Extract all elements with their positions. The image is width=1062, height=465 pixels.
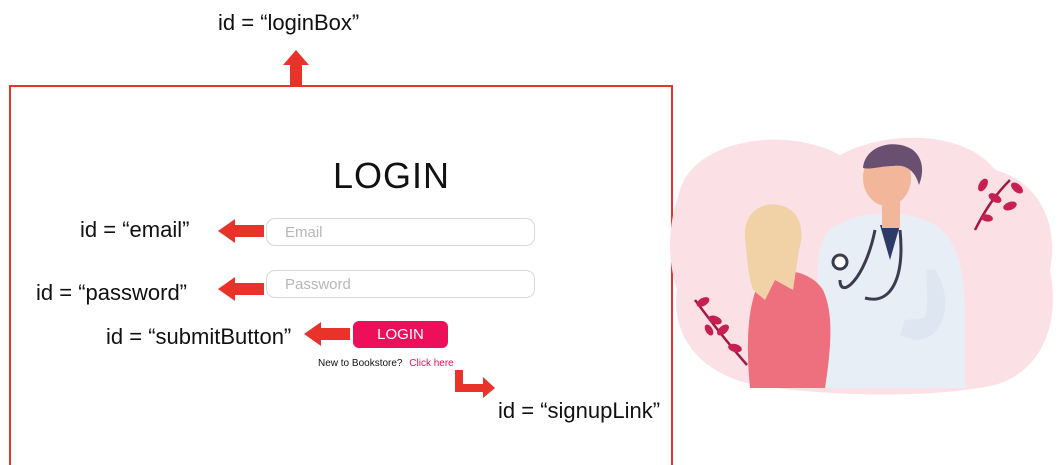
email-field[interactable] [266, 218, 535, 246]
annotation-login-box: id = “loginBox” [218, 10, 360, 35]
annotation-password: id = “password” [36, 280, 188, 305]
signup-line: New to Bookstore? Click here [318, 358, 454, 369]
signup-link[interactable]: Click here [409, 358, 453, 369]
password-field[interactable] [266, 270, 535, 298]
arrow-elbow-right-icon [455, 370, 495, 398]
arrow-up-icon [283, 50, 309, 87]
annotation-signup-link: id = “signupLink” [498, 398, 661, 423]
arrow-left-icon [218, 277, 264, 301]
doctor-patient-illustration [669, 137, 1053, 395]
arrow-left-icon [218, 219, 264, 243]
annotation-email: id = “email” [80, 217, 190, 242]
annotation-submit-button: id = “submitButton” [106, 324, 292, 349]
arrow-left-icon [304, 322, 350, 346]
signup-prompt: New to Bookstore? [318, 358, 403, 369]
login-title: LOGIN [333, 155, 451, 196]
submit-button[interactable]: LOGIN [353, 321, 448, 348]
